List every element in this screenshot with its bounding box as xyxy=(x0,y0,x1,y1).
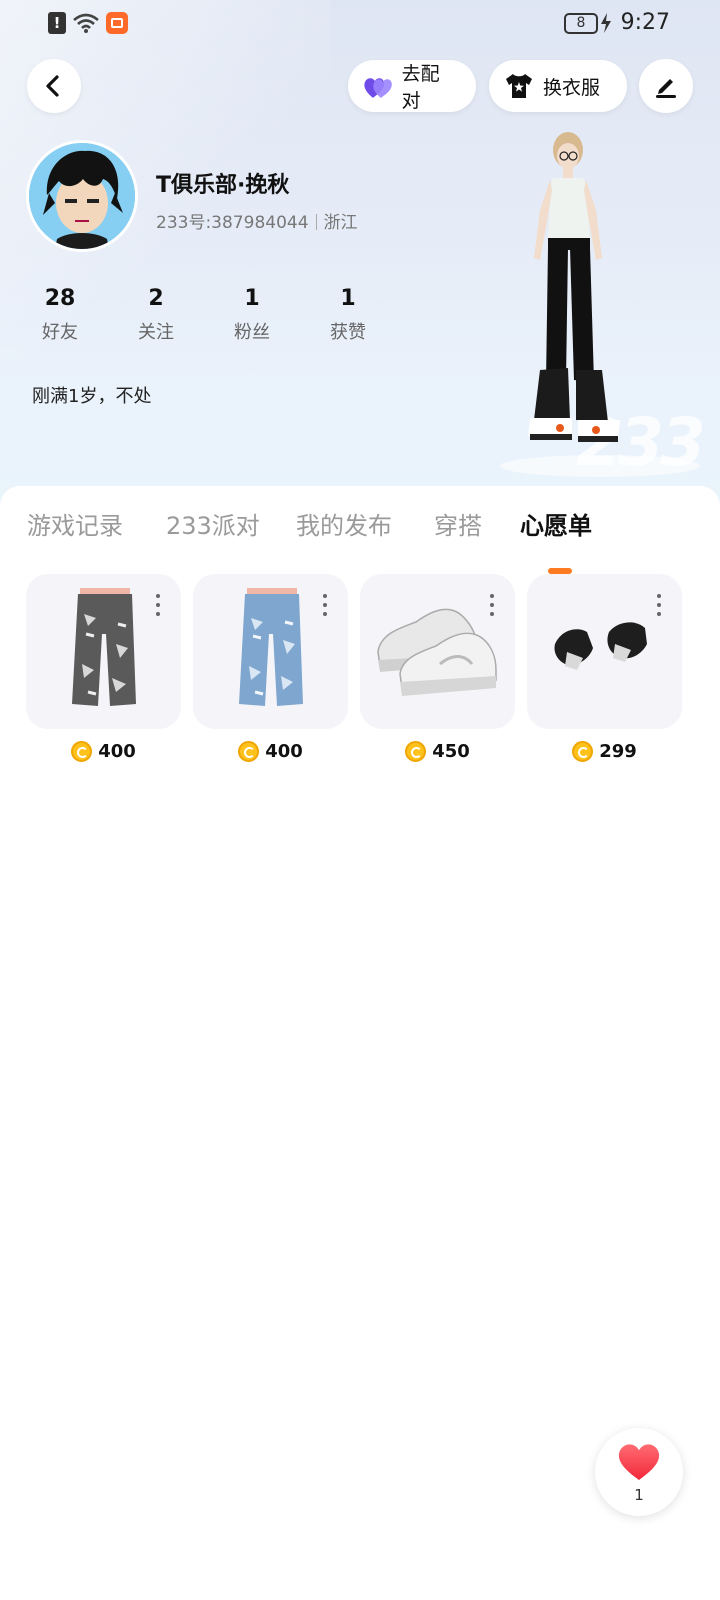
alert-icon: ! xyxy=(48,12,66,34)
more-options-icon[interactable] xyxy=(322,594,328,616)
change-outfit-button[interactable]: 换衣服 xyxy=(489,60,627,112)
item-thumbnail[interactable] xyxy=(360,574,515,729)
app-notification-icon xyxy=(106,12,128,34)
coin-icon xyxy=(572,741,594,762)
heart-icon xyxy=(618,1444,660,1480)
edit-profile-button[interactable] xyxy=(639,59,693,113)
wishlist-item[interactable]: 299 xyxy=(527,574,682,762)
stat-following[interactable]: 2 关注 xyxy=(116,286,196,344)
coin-icon xyxy=(238,741,260,762)
stat-value: 1 xyxy=(340,286,356,311)
anime-avatar-icon xyxy=(29,143,135,249)
wishlist-item[interactable]: 450 xyxy=(360,574,515,762)
stat-value: 28 xyxy=(44,286,76,311)
avatar[interactable] xyxy=(26,140,138,252)
profile-tabs: 游戏记录 233派对 我的发布 穿搭 心愿单 xyxy=(0,506,720,574)
wishlist-item[interactable]: 400 xyxy=(26,574,181,762)
item-price: 400 xyxy=(193,741,348,762)
battery-icon: 8 xyxy=(564,13,598,34)
tab-wishlist[interactable]: 心愿单 xyxy=(520,506,592,541)
item-thumbnail[interactable] xyxy=(26,574,181,729)
chevron-left-icon xyxy=(46,75,59,97)
pencil-icon xyxy=(656,79,676,98)
character-figure[interactable] xyxy=(520,120,670,480)
profile-bio: 刚满1岁，不处 xyxy=(32,386,152,407)
username: T俱乐部·挽秋 xyxy=(156,173,290,198)
user-region: 浙江 xyxy=(323,213,358,233)
more-options-icon[interactable] xyxy=(155,594,161,616)
coin-icon xyxy=(71,741,93,762)
profile-stats: 28 好友 2 关注 1 粉丝 1 获赞 xyxy=(20,286,400,346)
tab-outfits[interactable]: 穿搭 xyxy=(434,506,482,541)
content-card: 游戏记录 233派对 我的发布 穿搭 心愿单 400 400 450 299 xyxy=(0,486,720,1600)
coin-icon xyxy=(405,741,427,762)
tab-233-party[interactable]: 233派对 xyxy=(166,506,260,541)
more-options-icon[interactable] xyxy=(489,594,495,616)
tab-my-posts[interactable]: 我的发布 xyxy=(296,506,392,541)
status-time: 9:27 xyxy=(620,10,670,35)
stat-value: 1 xyxy=(244,286,260,311)
status-bar: ! 8 9:27 xyxy=(0,0,720,48)
stat-label: 获赞 xyxy=(330,322,366,343)
change-outfit-label: 换衣服 xyxy=(543,76,601,99)
pair-button[interactable]: 去配对 xyxy=(348,60,476,112)
more-options-icon[interactable] xyxy=(656,594,662,616)
stat-label: 关注 xyxy=(138,322,174,343)
stat-value: 2 xyxy=(148,286,164,311)
divider xyxy=(315,214,317,230)
item-price: 299 xyxy=(527,741,682,762)
double-heart-icon xyxy=(364,78,392,98)
like-button[interactable]: 1 xyxy=(595,1428,683,1516)
stat-friends[interactable]: 28 好友 xyxy=(20,286,100,344)
item-price: 450 xyxy=(360,741,515,762)
pair-button-label: 去配对 xyxy=(401,63,440,112)
item-price-value: 450 xyxy=(432,741,470,762)
item-price: 400 xyxy=(26,741,181,762)
item-thumbnail[interactable] xyxy=(527,574,682,729)
charging-bolt-icon xyxy=(601,13,611,33)
stat-label: 粉丝 xyxy=(234,322,270,343)
stat-likes[interactable]: 1 获赞 xyxy=(308,286,388,344)
item-price-value: 400 xyxy=(98,741,136,762)
item-price-value: 299 xyxy=(599,741,637,762)
wifi-icon xyxy=(73,13,99,33)
tshirt-icon xyxy=(506,74,532,98)
item-price-value: 400 xyxy=(265,741,303,762)
stat-label: 好友 xyxy=(42,322,78,343)
back-button[interactable] xyxy=(27,59,81,113)
wishlist-item[interactable]: 400 xyxy=(193,574,348,762)
user-id: 233号:387984044 xyxy=(156,213,309,233)
user-id-line: 233号:387984044 浙江 xyxy=(156,208,358,233)
stat-fans[interactable]: 1 粉丝 xyxy=(212,286,292,344)
like-count: 1 xyxy=(634,1486,644,1504)
item-thumbnail[interactable] xyxy=(193,574,348,729)
tab-game-records[interactable]: 游戏记录 xyxy=(27,506,123,541)
